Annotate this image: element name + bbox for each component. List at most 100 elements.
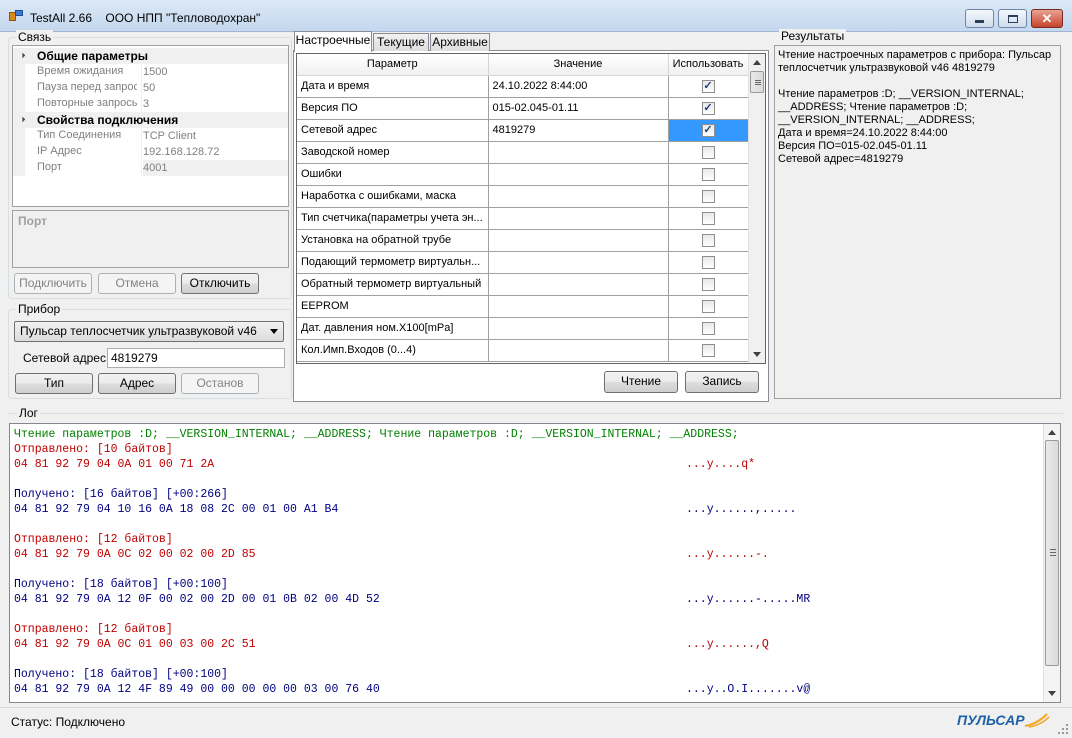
property-row[interactable]: Пауза перед запросом 50 — [13, 80, 288, 96]
use-checkbox[interactable] — [701, 233, 715, 247]
param-name-cell[interactable]: Заводской номер — [297, 141, 489, 164]
param-value-cell[interactable] — [488, 251, 669, 274]
use-checkbox[interactable] — [701, 167, 715, 181]
scroll-thumb[interactable] — [750, 71, 764, 93]
param-use-cell[interactable] — [668, 317, 749, 340]
param-use-cell[interactable]: ✓ — [668, 119, 749, 142]
log-scrollbar[interactable] — [1043, 424, 1060, 702]
table-row[interactable]: Дат. давления ном.X100[mPa] — [297, 317, 749, 340]
table-row[interactable]: EEPROM — [297, 295, 749, 318]
table-row[interactable]: Кол.Имп.Входов (0...4) — [297, 339, 749, 362]
collapse-icon[interactable] — [16, 49, 26, 59]
param-value-cell[interactable] — [488, 141, 669, 164]
category-general[interactable]: Общие параметры — [13, 48, 288, 64]
table-row[interactable]: Установка на обратной трубе — [297, 229, 749, 252]
tab-archive[interactable]: Архивные — [430, 33, 490, 51]
category-connection[interactable]: Свойства подключения — [13, 112, 288, 128]
grid-scrollbar[interactable] — [748, 54, 765, 363]
property-value[interactable]: 4001 — [143, 160, 288, 176]
use-checkbox[interactable] — [701, 321, 715, 335]
table-row[interactable]: Тип счетчика(параметры учета эн... — [297, 207, 749, 230]
property-row[interactable]: Повторные запросы 3 — [13, 96, 288, 112]
param-name-cell[interactable]: Кол.Имп.Входов (0...4) — [297, 339, 489, 362]
property-value[interactable]: 3 — [143, 96, 288, 112]
use-checkbox[interactable] — [701, 211, 715, 225]
table-row[interactable]: Ошибки — [297, 163, 749, 186]
param-use-cell[interactable] — [668, 229, 749, 252]
param-value-cell[interactable] — [488, 229, 669, 252]
table-row[interactable]: Подающий термометр виртуальн... — [297, 251, 749, 274]
param-value-cell[interactable] — [488, 207, 669, 230]
param-use-cell[interactable] — [668, 273, 749, 296]
scroll-down-icon[interactable] — [1048, 691, 1056, 696]
param-use-cell[interactable] — [668, 141, 749, 164]
maximize-button[interactable] — [998, 9, 1027, 28]
table-row[interactable]: Сетевой адрес 4819279 ✓ — [297, 119, 749, 142]
param-use-cell[interactable] — [668, 207, 749, 230]
param-value-cell[interactable] — [488, 163, 669, 186]
results-output[interactable]: Чтение настроечных параметров с прибора:… — [774, 45, 1061, 399]
disconnect-button[interactable]: Отключить — [181, 273, 259, 294]
table-row[interactable]: Дата и время 24.10.2022 8:44:00 ✓ — [297, 75, 749, 98]
scroll-down-icon[interactable] — [753, 352, 761, 357]
connection-property-grid[interactable]: Общие параметры Время ожидания 1500 Пауза… — [12, 45, 289, 207]
param-name-cell[interactable]: Установка на обратной трубе — [297, 229, 489, 252]
type-button[interactable]: Тип — [15, 373, 93, 394]
param-name-cell[interactable]: Версия ПО — [297, 97, 489, 120]
tab-settings[interactable]: Настроечные — [294, 31, 372, 52]
table-row[interactable]: Обратный термометр виртуальный — [297, 273, 749, 296]
param-value-cell[interactable]: 24.10.2022 8:44:00 — [488, 75, 669, 98]
property-row[interactable]: Время ожидания 1500 — [13, 64, 288, 80]
property-row[interactable]: IP Адрес 192.168.128.72 — [13, 144, 288, 160]
use-checkbox[interactable] — [701, 343, 715, 357]
property-row-selected[interactable]: Порт 4001 — [13, 160, 288, 176]
device-select[interactable]: Пульсар теплосчетчик ультразвуковой v46 — [14, 321, 284, 342]
minimize-button[interactable] — [965, 9, 994, 28]
use-checkbox[interactable] — [701, 189, 715, 203]
use-checkbox[interactable] — [701, 299, 715, 313]
param-use-cell[interactable] — [668, 251, 749, 274]
param-value-cell[interactable]: 015-02.045-01.11 — [488, 97, 669, 120]
use-checkbox[interactable] — [701, 255, 715, 269]
scroll-up-icon[interactable] — [1048, 430, 1056, 435]
write-button[interactable]: Запись — [685, 371, 759, 393]
param-value-cell[interactable]: 4819279 — [488, 119, 669, 142]
close-button[interactable]: ✕ — [1031, 9, 1063, 28]
param-value-cell[interactable] — [488, 273, 669, 296]
parameters-grid[interactable]: Параметр Значение Использовать Дата и вр… — [296, 53, 766, 364]
param-name-cell[interactable]: Ошибки — [297, 163, 489, 186]
param-use-cell[interactable] — [668, 185, 749, 208]
stop-button[interactable]: Останов — [181, 373, 259, 394]
table-row[interactable]: Наработка с ошибками, маска — [297, 185, 749, 208]
column-header-param[interactable]: Параметр — [297, 54, 489, 76]
param-name-cell[interactable]: EEPROM — [297, 295, 489, 318]
scroll-thumb[interactable] — [1045, 440, 1059, 666]
app-icon[interactable] — [9, 10, 23, 23]
use-checkbox[interactable]: ✓ — [701, 79, 715, 93]
param-value-cell[interactable] — [488, 339, 669, 362]
param-use-cell[interactable] — [668, 339, 749, 362]
param-name-cell[interactable]: Обратный термометр виртуальный — [297, 273, 489, 296]
param-name-cell[interactable]: Подающий термометр виртуальн... — [297, 251, 489, 274]
scroll-up-icon[interactable] — [753, 60, 761, 65]
property-value[interactable]: 50 — [143, 80, 288, 96]
resize-grip-icon[interactable] — [1057, 723, 1069, 735]
param-name-cell[interactable]: Наработка с ошибками, маска — [297, 185, 489, 208]
table-row[interactable]: Заводской номер — [297, 141, 749, 164]
tab-current[interactable]: Текущие — [373, 33, 429, 51]
param-use-cell[interactable]: ✓ — [668, 75, 749, 98]
read-button[interactable]: Чтение — [604, 371, 678, 393]
log-output[interactable]: Чтение параметров :D; __VERSION_INTERNAL… — [9, 423, 1061, 703]
property-value[interactable]: TCP Client — [143, 128, 288, 144]
param-use-cell[interactable]: ✓ — [668, 97, 749, 120]
use-checkbox[interactable] — [701, 277, 715, 291]
property-row[interactable]: Тип Соединения TCP Client — [13, 128, 288, 144]
param-value-cell[interactable] — [488, 317, 669, 340]
param-name-cell[interactable]: Тип счетчика(параметры учета эн... — [297, 207, 489, 230]
use-checkbox[interactable]: ✓ — [701, 123, 715, 137]
table-row[interactable]: Версия ПО 015-02.045-01.11 ✓ — [297, 97, 749, 120]
property-value[interactable]: 1500 — [143, 64, 288, 80]
param-name-cell[interactable]: Сетевой адрес — [297, 119, 489, 142]
param-value-cell[interactable] — [488, 185, 669, 208]
param-name-cell[interactable]: Дата и время — [297, 75, 489, 98]
